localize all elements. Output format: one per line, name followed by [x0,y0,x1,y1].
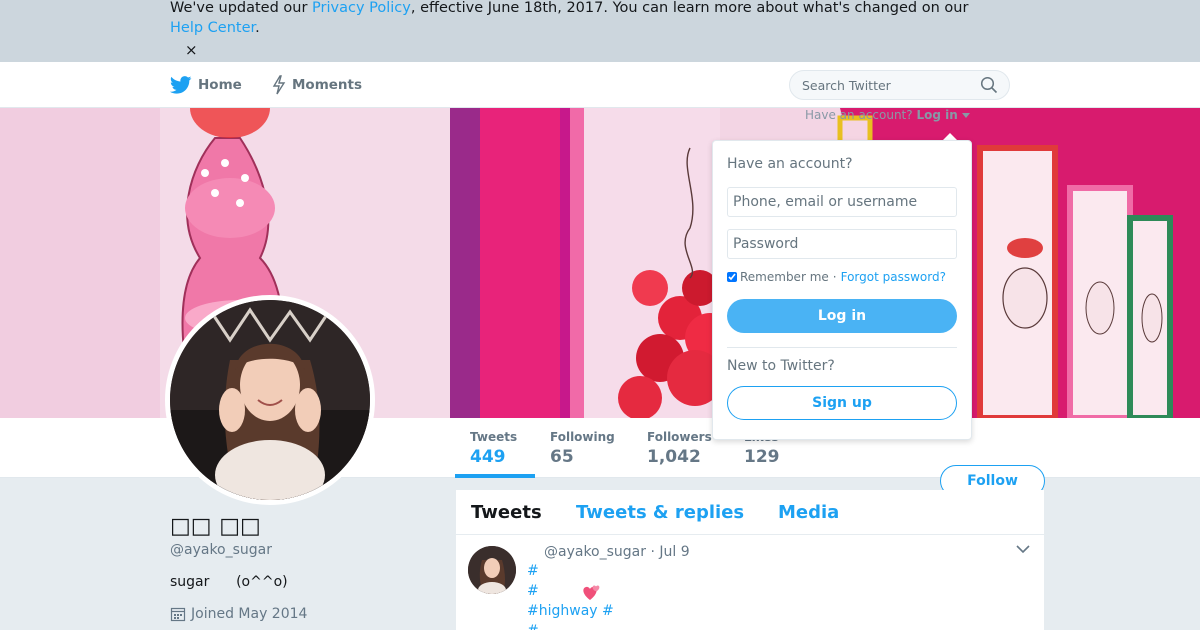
profile-fullname: □□ □□ [170,514,261,539]
divider [727,347,957,348]
privacy-policy-link[interactable]: Privacy Policy [312,0,411,16]
remember-row: Remember me · Forgot password? [727,269,946,285]
search-icon[interactable] [980,76,998,94]
policy-banner: We've updated our Privacy Policy, effect… [0,0,1200,62]
signup-button[interactable]: Sign up [727,386,957,420]
search-input[interactable] [789,70,1010,100]
remember-me-label: Remember me [740,270,829,284]
stat-label: Following [550,430,615,444]
login-button[interactable]: Log in [727,299,957,333]
stat-following[interactable]: Following 65 [550,430,615,468]
tweet-hashtag[interactable]: # [527,622,539,630]
two-hearts-emoji-icon [583,585,600,600]
joined-date: Joined May 2014 [170,605,307,623]
nav-moments[interactable]: Moments [272,62,362,108]
banner-text-part: . [255,20,260,36]
have-account-login-link[interactable]: Have an account? Log in [805,107,970,123]
banner-close-button[interactable]: × [185,40,198,60]
tweet[interactable]: @ayako_sugar · Jul 9 # # #highway # # [456,536,1044,630]
tweet-avatar-photo [468,546,516,594]
tweet-meta: @ayako_sugar · Jul 9 [544,544,690,560]
tweet-hashtag[interactable]: #highway # [527,602,614,620]
remember-me-checkbox[interactable] [727,272,737,282]
tweet-avatar[interactable] [468,546,516,594]
stat-label: Followers [647,430,712,444]
profile-bio: sugar (o^^o) [170,574,288,590]
nav-home[interactable]: Home [170,62,242,108]
profile-handle[interactable]: @ayako_sugar [170,541,272,559]
tab-media[interactable]: Media [778,502,839,524]
separator: · [832,270,837,284]
stat-value: 65 [550,447,574,467]
tab-tweets[interactable]: Tweets [471,502,542,524]
stat-value: 1,042 [647,447,701,467]
stat-value: 129 [744,447,780,467]
new-to-twitter-text: New to Twitter? [727,358,835,374]
top-nav: Home Moments [0,62,1200,108]
chevron-down-icon[interactable] [1016,544,1030,554]
banner-text-part: We've updated our [170,0,313,16]
tweet-hashtag[interactable]: # [527,582,539,600]
lightning-icon [272,75,286,95]
joined-text: Joined May 2014 [191,606,308,622]
timeline: Tweets Tweets & replies Media @ayako_sug… [456,490,1044,630]
avatar[interactable] [165,295,375,505]
login-dropdown-title: Have an account? [727,156,853,172]
help-center-link[interactable]: Help Center [170,20,255,36]
login-dropdown: Have an account? Remember me · Forgot pa… [712,140,972,440]
nav-home-label: Home [198,77,242,93]
avatar-photo [170,300,370,500]
tab-tweets-replies[interactable]: Tweets & replies [576,502,744,524]
timeline-tabs: Tweets Tweets & replies Media [456,490,1044,535]
policy-banner-text: We've updated our Privacy Policy, effect… [170,0,1000,38]
password-field[interactable] [727,229,957,259]
banner-text-part: , effective June 18th, 2017. You can lea… [410,0,969,16]
stat-label: Tweets [470,430,518,444]
have-account-text: Have an account? [805,108,913,122]
forgot-password-link[interactable]: Forgot password? [841,269,946,285]
caret-down-icon [961,113,970,118]
tweet-hashtag[interactable]: # [527,562,539,580]
stat-value: 449 [470,447,506,467]
login-link-text: Log in [916,108,958,122]
calendar-icon [170,607,186,622]
stat-followers[interactable]: Followers 1,042 [647,430,712,468]
active-stat-underline [455,474,535,478]
twitter-bird-icon [170,76,192,94]
nav-moments-label: Moments [292,77,363,93]
stat-tweets[interactable]: Tweets 449 [470,430,517,468]
username-field[interactable] [727,187,957,217]
